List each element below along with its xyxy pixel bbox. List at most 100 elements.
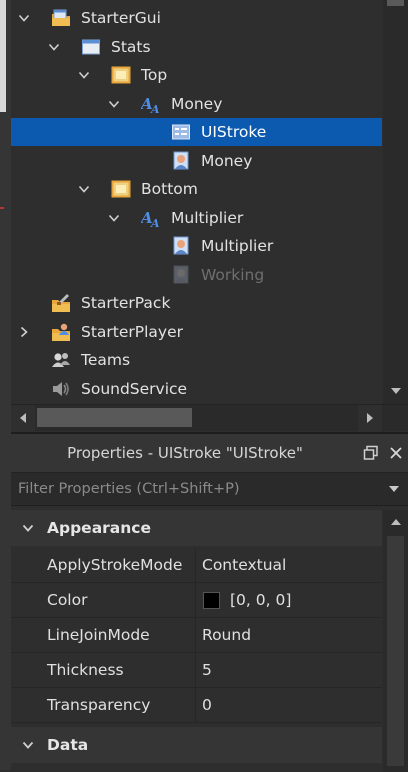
chevron-down-icon[interactable] [108, 98, 120, 110]
explorer-item[interactable]: Stats [11, 33, 382, 61]
explorer-item[interactable]: Money [11, 147, 382, 175]
explorer-item[interactable]: Teams [11, 346, 382, 374]
property-value-field[interactable]: Round [196, 618, 382, 652]
chevron-down-icon[interactable] [48, 41, 60, 53]
property-value-field[interactable]: 0 [196, 688, 382, 722]
chevron-down-icon[interactable] [108, 212, 120, 224]
scroll-up-icon[interactable] [383, 510, 408, 534]
left-edge-panel [0, 0, 11, 770]
property-value-field[interactable]: [0, 0, 0] [196, 583, 382, 617]
chevron-down-icon[interactable] [22, 522, 34, 534]
scroll-right-icon[interactable] [358, 405, 382, 431]
uistroke-icon [171, 122, 191, 142]
explorer-item-label: StarterGui [81, 9, 161, 27]
property-value: Contextual [202, 556, 287, 574]
explorer-item[interactable]: StarterPlayer [11, 318, 382, 346]
startergui-icon [51, 8, 71, 28]
property-value: Round [202, 626, 252, 644]
properties-title: Properties - UIStroke "UIStroke" [67, 444, 303, 462]
properties-panel: Properties - UIStroke "UIStroke" Appeara… [11, 432, 408, 772]
frame-icon [111, 65, 131, 85]
svg-text:A: A [150, 217, 160, 228]
textlabel-icon: AA [139, 208, 161, 230]
close-icon[interactable] [387, 444, 405, 462]
localscript-icon [171, 265, 191, 285]
soundservice-icon [51, 379, 71, 399]
frame-icon [111, 179, 131, 199]
scroll-down-icon[interactable] [383, 378, 408, 404]
explorer-item-label: Multiplier [201, 237, 274, 255]
explorer-item-label: Multiplier [171, 209, 244, 227]
properties-title-bar: Properties - UIStroke "UIStroke" [11, 434, 408, 472]
explorer-item-label: Money [201, 152, 253, 170]
explorer-hscroll-thumb[interactable] [37, 408, 192, 427]
property-value-field[interactable]: Contextual [196, 548, 382, 582]
explorer-item-label: Stats [111, 38, 151, 56]
explorer-item[interactable]: A A Multiplier [11, 204, 382, 232]
explorer-item-label: StarterPlayer [81, 323, 184, 341]
filter-properties-input[interactable] [11, 473, 388, 505]
explorer-item-label: SoundService [81, 380, 188, 398]
property-row[interactable]: Transparency 0 [11, 688, 382, 723]
property-row[interactable]: Color [0, 0, 0] [11, 583, 382, 618]
property-value-field[interactable]: 5 [196, 653, 382, 687]
property-category-label: Data [47, 736, 89, 754]
property-name: Transparency [47, 696, 151, 714]
property-category[interactable]: Appearance [11, 510, 382, 546]
explorer-item-label: UIStroke [201, 123, 267, 141]
localscript-icon [171, 151, 191, 171]
teams-icon [51, 350, 71, 370]
explorer-item[interactable]: Bottom [11, 175, 382, 203]
explorer-panel: StarterGui Stats Top A A Money UIStroke Money Bo… [11, 0, 408, 432]
filter-bar [11, 472, 408, 506]
property-name: Color [47, 591, 88, 609]
chevron-down-icon[interactable] [18, 12, 30, 24]
viewport-edge [0, 0, 6, 112]
explorer-item[interactable]: SoundService [11, 375, 382, 403]
explorer-item-label: StarterPack [81, 294, 171, 312]
property-row[interactable]: LineJoinMode Round [11, 618, 382, 653]
property-name: ApplyStrokeMode [47, 556, 183, 574]
chevron-down-icon[interactable] [78, 69, 90, 81]
property-row[interactable]: Thickness 5 [11, 653, 382, 688]
viewport-marker [0, 207, 4, 209]
explorer-item[interactable]: StarterPack [11, 289, 382, 317]
explorer-item-label: Top [141, 66, 168, 84]
property-category-label: Appearance [47, 519, 151, 537]
property-row[interactable]: ApplyStrokeMode Contextual [11, 548, 382, 583]
explorer-item-label: Teams [81, 351, 131, 369]
dock-icon[interactable] [363, 445, 379, 461]
explorer-vertical-scrollbar[interactable] [383, 0, 408, 404]
explorer-horizontal-scrollbar[interactable] [11, 404, 408, 431]
starterpack-icon [51, 293, 71, 313]
property-name: Thickness [47, 661, 124, 679]
properties-grid: Appearance ApplyStrokeMode Contextual Color… [11, 510, 382, 772]
explorer-item[interactable]: UIStroke [11, 118, 382, 146]
properties-scroll-thumb[interactable] [387, 536, 404, 766]
explorer-item[interactable]: A A Money [11, 90, 382, 118]
scroll-left-icon[interactable] [11, 405, 35, 431]
explorer-item[interactable]: Working [11, 261, 382, 289]
explorer-item[interactable]: Top [11, 61, 382, 89]
color-swatch[interactable] [203, 591, 220, 609]
localscript-icon [171, 236, 191, 256]
explorer-item-label: Working [201, 266, 265, 284]
property-name: LineJoinMode [47, 626, 150, 644]
explorer-item-label: Bottom [141, 180, 198, 198]
property-category[interactable]: Data [11, 727, 382, 763]
properties-scrollbar[interactable] [383, 510, 408, 772]
chevron-down-icon[interactable] [22, 739, 34, 751]
explorer-item[interactable]: StarterGui [11, 4, 382, 32]
chevron-right-icon[interactable] [18, 326, 30, 338]
svg-text:A: A [150, 103, 160, 114]
property-value: 0 [202, 696, 212, 714]
chevron-down-icon[interactable] [385, 482, 403, 496]
explorer-item-label: Money [171, 95, 223, 113]
property-value: 5 [202, 661, 212, 679]
explorer-item[interactable]: Multiplier [11, 232, 382, 260]
starterplayer-icon [51, 322, 71, 342]
screengui-icon [81, 37, 101, 57]
chevron-down-icon[interactable] [78, 183, 90, 195]
property-value: [0, 0, 0] [230, 591, 292, 609]
explorer-vscroll-thumb[interactable] [387, 0, 404, 6]
